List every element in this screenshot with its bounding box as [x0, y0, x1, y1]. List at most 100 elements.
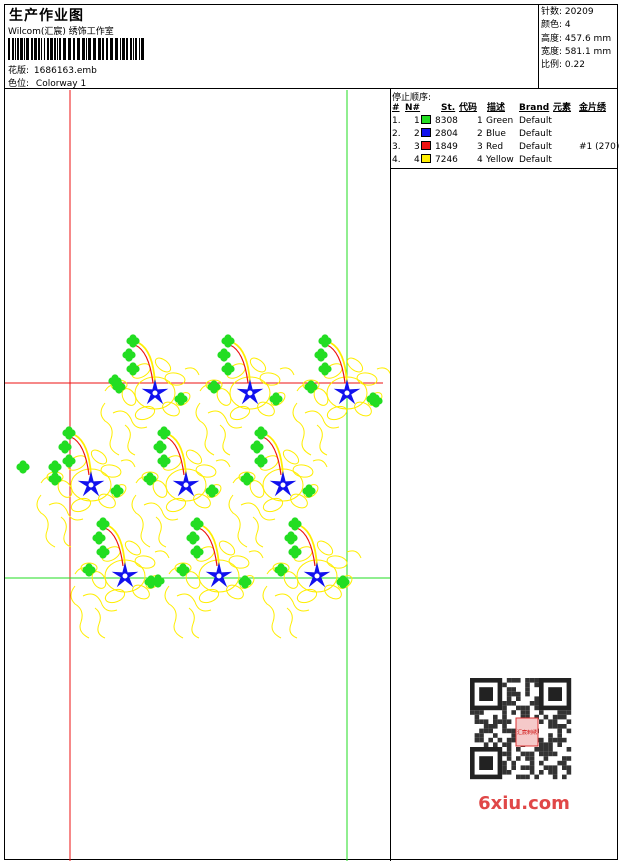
qr-cell: [525, 678, 530, 683]
qr-cell: [511, 710, 516, 715]
qr-cell: [525, 751, 530, 757]
qr-cell: [548, 765, 553, 770]
qr-cell: [539, 770, 544, 775]
cell-brand: Default: [519, 116, 552, 126]
qr-cell: [511, 737, 516, 743]
qr-cell: [502, 705, 507, 711]
qr-cell: [557, 760, 562, 766]
qr-cell: [548, 747, 553, 752]
qr-cell: [543, 747, 549, 752]
colorway-value: Colorway 1: [35, 79, 87, 89]
barcode-bar: [141, 38, 144, 60]
qr-cell: [516, 774, 521, 780]
qr-cell: [543, 742, 549, 747]
qr-cell: [516, 691, 521, 697]
qr-cell: [483, 724, 489, 729]
qr-cell: [511, 687, 516, 692]
qr-cell: [502, 724, 507, 729]
qr-cell: [502, 770, 507, 775]
panel-divider: [390, 169, 391, 861]
stat-height: 高度: 457.6 mm: [541, 33, 612, 44]
qr-cell: [474, 737, 480, 743]
color-swatch: [421, 128, 433, 141]
qr-cell: [552, 719, 558, 724]
barcode-bar: [135, 38, 137, 60]
color-swatch: [421, 115, 433, 128]
cell-st: 1849: [435, 142, 458, 152]
qr-cell: [511, 701, 516, 706]
cell-st: 8308: [435, 116, 458, 126]
qr-cell: [493, 733, 498, 738]
qr-cell: [566, 710, 572, 715]
qr-cell: [520, 765, 526, 770]
stat-scale: 比例: 0.22: [541, 60, 585, 71]
qr-cell: [497, 737, 503, 743]
cell-hash: 4.: [392, 155, 401, 165]
barcode-bar: [110, 38, 113, 60]
barcode-bar: [82, 38, 85, 60]
cell-brand: Default: [519, 129, 552, 139]
qr-cell: [483, 728, 489, 734]
cell-n: 3: [414, 142, 420, 152]
qr-cell: [557, 724, 562, 729]
qr-cell: [562, 737, 567, 743]
qr-stamp-text: 汇宸刺绣: [517, 729, 537, 736]
qr-cell: [562, 724, 567, 729]
qr-cell: [548, 770, 553, 775]
qr-cell: [529, 760, 535, 766]
qr-watermark: 汇宸刺绣 6xiu.com: [468, 676, 580, 814]
qr-cell: [548, 724, 553, 729]
qr-cell: [557, 728, 562, 734]
cell-st: 2804: [435, 129, 458, 139]
barcode-bar: [59, 38, 61, 60]
qr-cell: [506, 687, 512, 692]
cell-hash: 2.: [392, 129, 401, 139]
qr-cell: [534, 696, 539, 701]
qr-finder-core: [479, 687, 493, 701]
qr-cell: [520, 705, 526, 711]
barcode-bar: [50, 38, 53, 60]
cell-hash: 3.: [392, 142, 401, 152]
qr-cell: [474, 733, 480, 738]
qr-cell: [516, 756, 521, 761]
qr-cell: [562, 765, 567, 770]
qr-cell: [516, 696, 521, 701]
qr-cell: [552, 774, 558, 780]
qr-cell: [539, 760, 544, 766]
qr-cell: [506, 719, 512, 724]
qr-cell: [557, 742, 562, 747]
pattern-label: 花版:: [8, 66, 30, 76]
qr-cell: [516, 678, 521, 683]
qr-cell: [562, 714, 567, 720]
barcode-bar: [24, 38, 25, 60]
qr-cell: [506, 770, 512, 775]
qr-cell: [479, 719, 484, 724]
barcode-bar: [47, 38, 49, 60]
qr-cell: [548, 719, 553, 724]
qr-cell: [539, 737, 544, 743]
qr-cell: [511, 733, 516, 738]
page-title: 生产作业图: [9, 8, 84, 24]
qr-cell: [506, 742, 512, 747]
pattern-row: 花版: 1686163.emb: [8, 63, 97, 76]
qr-cell: [562, 760, 567, 766]
qr-cell: [557, 737, 562, 743]
qr-cell: [474, 710, 480, 715]
barcode-bar: [57, 38, 58, 60]
embroidery-motif: [195, 334, 295, 456]
qr-cell: [502, 728, 507, 734]
watermark-site: 6xiu.com: [478, 793, 570, 814]
stop-sequence-table: # N# St. 代码 描述 Brand 元素 金片绣 1. 1 8308 1 Gree…: [391, 102, 619, 167]
qr-cell: [534, 774, 539, 780]
barcode-bar: [98, 38, 101, 60]
cell-n: 1: [414, 116, 420, 126]
qr-cell: [562, 756, 567, 761]
qr-cell: [566, 756, 572, 761]
qr-cell: [506, 728, 512, 734]
qr-cell: [511, 691, 516, 697]
qr-cell: [502, 701, 507, 706]
cell-desc: Blue: [486, 129, 506, 139]
qr-cell: [525, 765, 530, 770]
qr-cell: [502, 714, 507, 720]
qr-cell: [525, 682, 530, 688]
